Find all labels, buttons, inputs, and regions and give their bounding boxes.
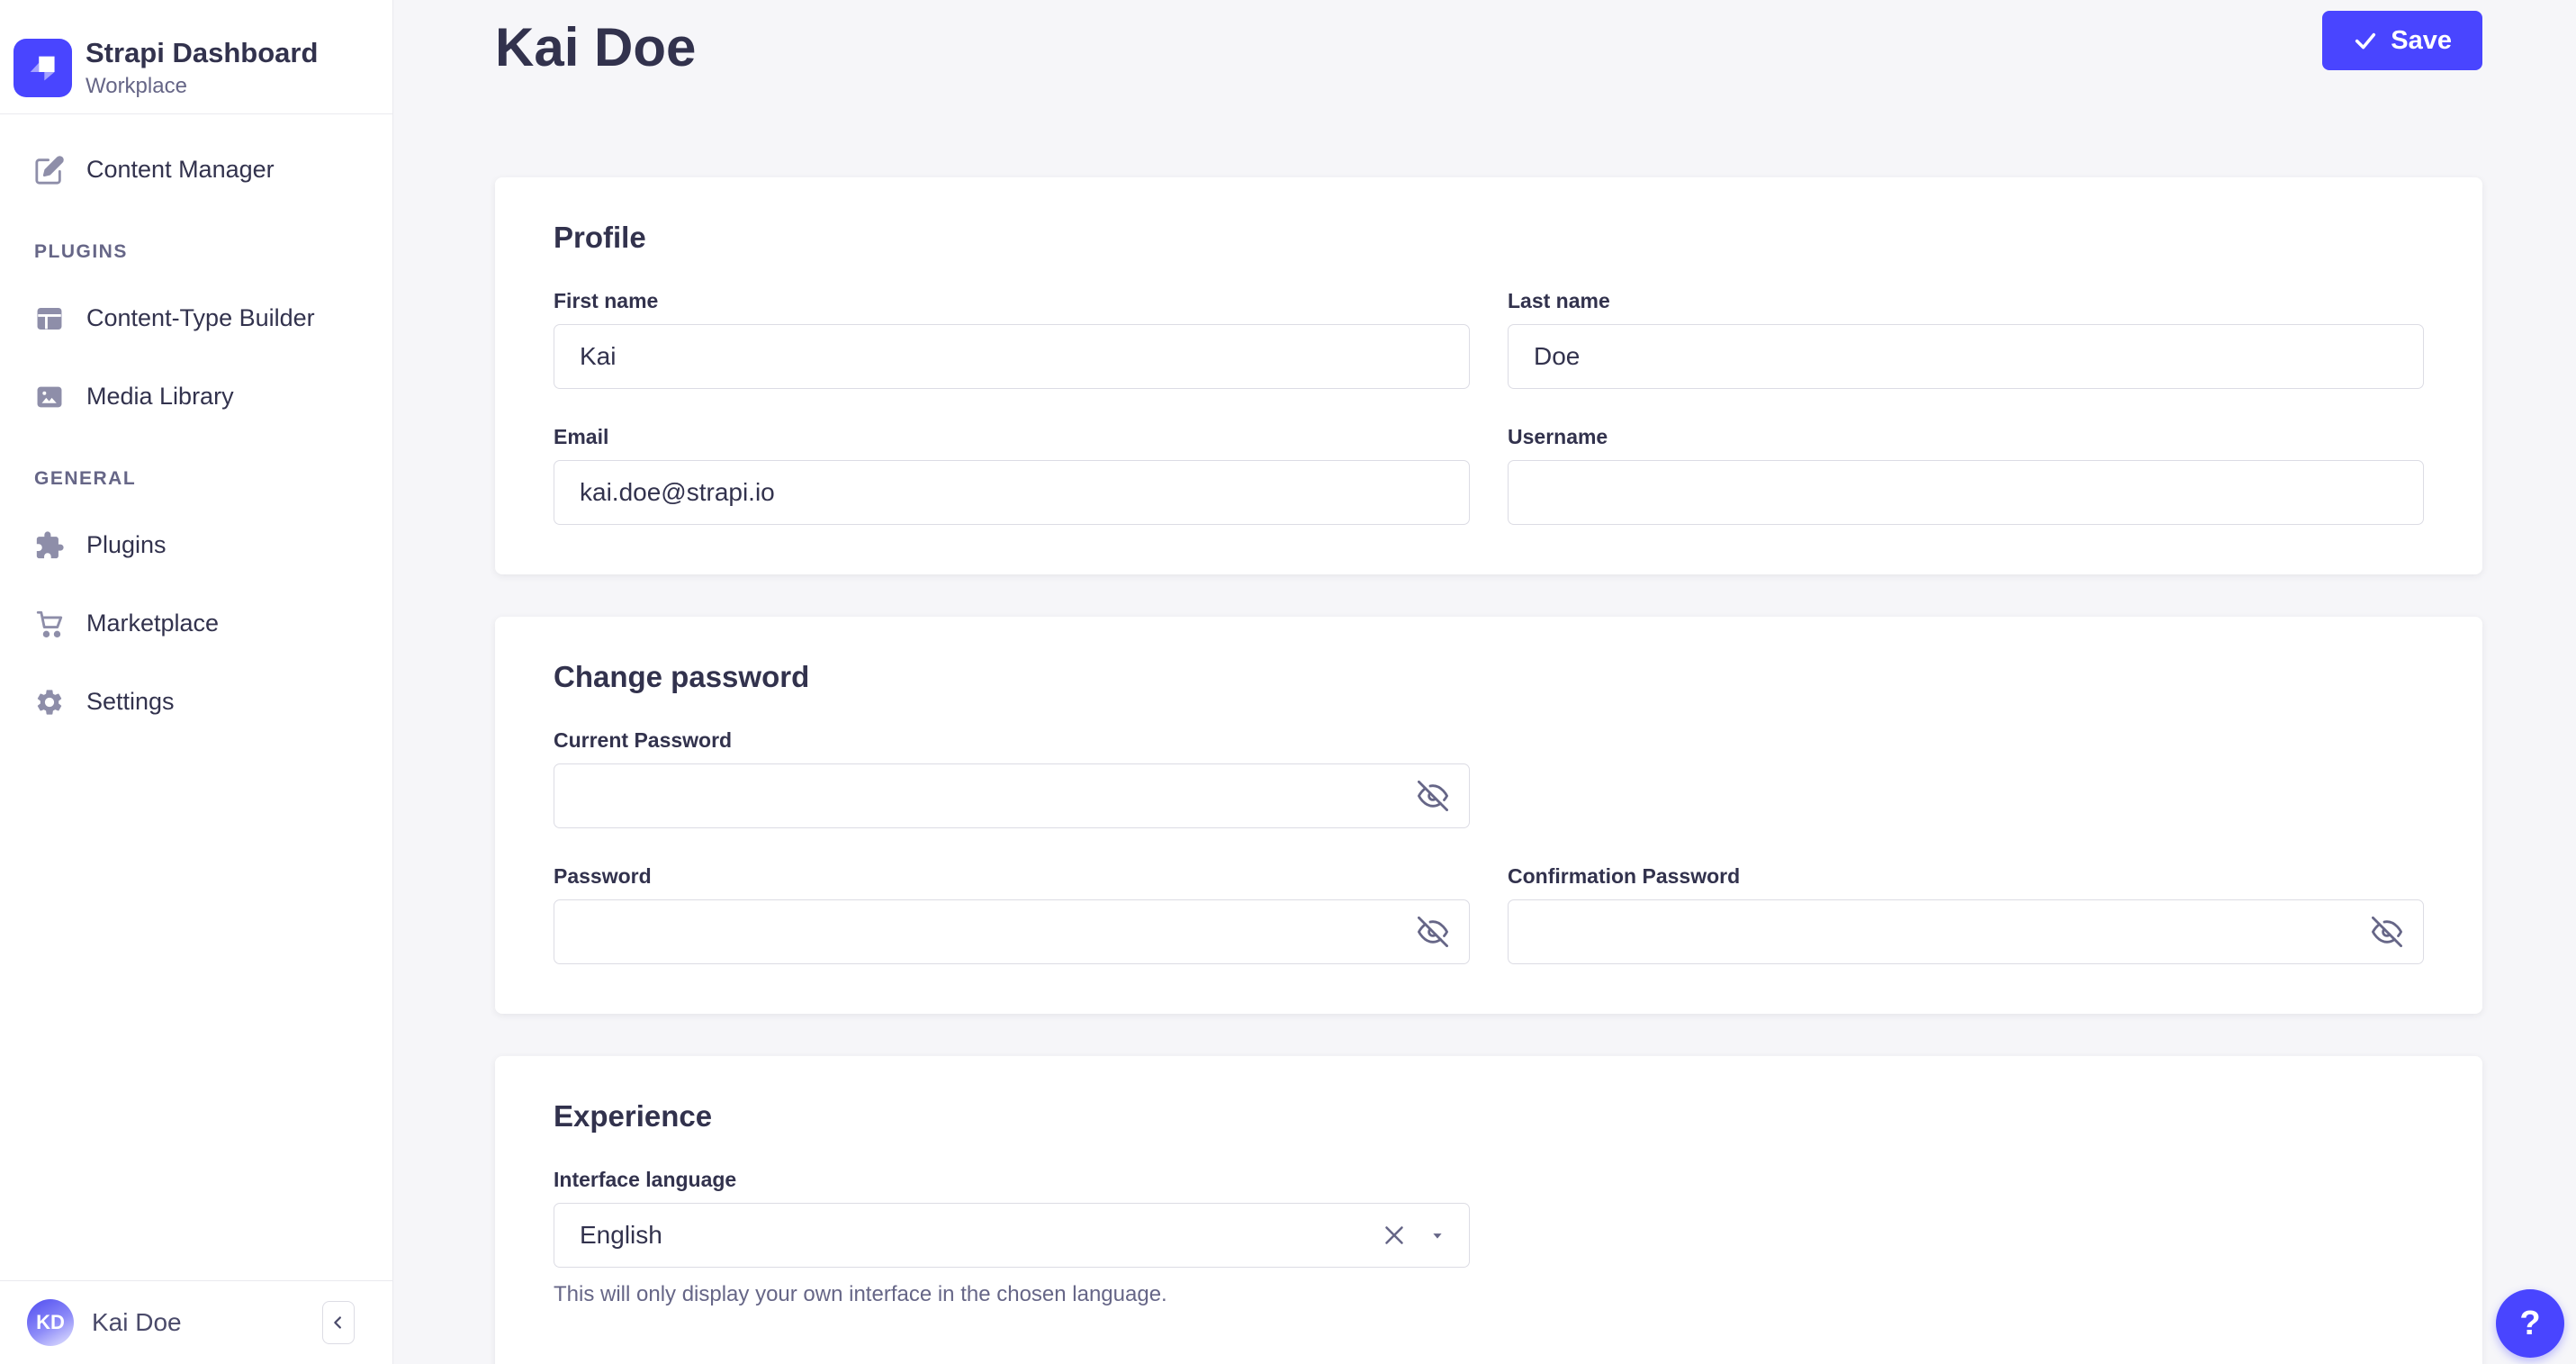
- chevron-left-icon: [329, 1313, 348, 1332]
- email-field[interactable]: [554, 460, 1470, 525]
- sidebar-item-label: Media Library: [86, 383, 234, 411]
- password-fields: Current Password Password: [554, 728, 2424, 964]
- last-name-input[interactable]: [1508, 324, 2424, 389]
- sidebar-nav: Content Manager PLUGINS Content-Type Bui…: [0, 114, 392, 736]
- email-field-group: Email: [554, 425, 1470, 525]
- sidebar-item-plugins[interactable]: Plugins: [0, 511, 392, 579]
- password-input[interactable]: [554, 899, 1470, 964]
- brand-workplace: Workplace: [86, 74, 318, 99]
- sidebar-item-label: Marketplace: [86, 610, 219, 637]
- eye-off-icon: [2372, 917, 2402, 947]
- interface-language-label: Interface language: [554, 1168, 1470, 1192]
- sidebar-item-label: Plugins: [86, 531, 167, 559]
- brand-title: Strapi Dashboard: [86, 36, 318, 69]
- brand-text: Strapi Dashboard Workplace: [86, 36, 318, 98]
- sidebar-item-marketplace[interactable]: Marketplace: [0, 590, 392, 657]
- help-button[interactable]: ?: [2496, 1289, 2564, 1358]
- toggle-password-visibility-button[interactable]: [1416, 915, 1450, 949]
- collapse-sidebar-button[interactable]: [322, 1301, 355, 1344]
- username-label: Username: [1508, 425, 2424, 449]
- sidebar-item-label: Settings: [86, 688, 175, 716]
- spacer-cell: [1508, 728, 2424, 828]
- plugins-icon: [34, 530, 65, 561]
- sidebar-item-content-manager[interactable]: Content Manager: [0, 136, 392, 203]
- sidebar: Strapi Dashboard Workplace Content Manag…: [0, 0, 393, 1364]
- change-password-card-title: Change password: [554, 660, 2424, 694]
- experience-fields: Interface language English: [554, 1168, 2424, 1307]
- eye-off-icon: [1418, 781, 1448, 811]
- email-label: Email: [554, 425, 1470, 449]
- eye-off-icon: [1418, 917, 1448, 947]
- last-name-field-group: Last name: [1508, 289, 2424, 389]
- current-password-label: Current Password: [554, 728, 1470, 753]
- sidebar-item-media-library[interactable]: Media Library: [0, 363, 392, 430]
- password-label: Password: [554, 864, 1470, 889]
- user-name: Kai Doe: [92, 1308, 182, 1337]
- toggle-current-password-visibility-button[interactable]: [1416, 779, 1450, 813]
- marketplace-icon: [34, 609, 65, 639]
- page-title: Kai Doe: [495, 11, 696, 78]
- interface-language-value: English: [580, 1221, 1379, 1250]
- profile-fields: First name Last name Email Username: [554, 289, 2424, 525]
- content-type-builder-icon: [34, 303, 65, 334]
- interface-language-hint: This will only display your own interfac…: [554, 1282, 1470, 1307]
- current-password-input[interactable]: [554, 763, 1470, 828]
- save-button[interactable]: Save: [2322, 11, 2482, 70]
- current-password-field-group: Current Password: [554, 728, 1470, 828]
- sidebar-item-content-type-builder[interactable]: Content-Type Builder: [0, 285, 392, 352]
- avatar[interactable]: KD: [27, 1299, 74, 1346]
- gear-icon: [34, 687, 65, 718]
- save-button-label: Save: [2391, 26, 2452, 56]
- media-library-icon: [34, 382, 65, 412]
- sidebar-item-label: Content-Type Builder: [86, 304, 315, 332]
- last-name-label: Last name: [1508, 289, 2424, 313]
- first-name-label: First name: [554, 289, 1470, 313]
- sidebar-footer: KD Kai Doe: [0, 1280, 392, 1364]
- chevron-down-icon[interactable]: [1428, 1225, 1447, 1245]
- sidebar-item-settings[interactable]: Settings: [0, 668, 392, 736]
- experience-card: Experience Interface language English: [495, 1056, 2482, 1364]
- confirmation-password-label: Confirmation Password: [1508, 864, 2424, 889]
- profile-card: Profile First name Last name Email Usern…: [495, 177, 2482, 574]
- experience-card-title: Experience: [554, 1099, 2424, 1134]
- sidebar-section-plugins: PLUGINS: [0, 241, 392, 263]
- sidebar-item-label: Content Manager: [86, 156, 275, 184]
- first-name-field-group: First name: [554, 289, 1470, 389]
- toggle-confirmation-password-visibility-button[interactable]: [2370, 915, 2404, 949]
- change-password-card: Change password Current Password: [495, 617, 2482, 1014]
- close-icon: [1379, 1220, 1410, 1251]
- interface-language-field-group: Interface language English: [554, 1168, 1470, 1307]
- confirmation-password-input[interactable]: [1508, 899, 2424, 964]
- new-password-field-group: Password: [554, 864, 1470, 964]
- username-field-group: Username: [1508, 425, 2424, 525]
- first-name-input[interactable]: [554, 324, 1470, 389]
- clear-language-button[interactable]: [1379, 1220, 1410, 1251]
- check-icon: [2353, 28, 2378, 53]
- content-manager-icon: [34, 155, 65, 185]
- strapi-logo-icon: [14, 39, 72, 97]
- spacer-cell: [1508, 1168, 2424, 1307]
- page-header: Kai Doe Save: [495, 11, 2482, 78]
- interface-language-select[interactable]: English: [554, 1203, 1470, 1268]
- brand: Strapi Dashboard Workplace: [0, 0, 392, 113]
- sidebar-section-general: GENERAL: [0, 468, 392, 490]
- confirmation-password-field-group: Confirmation Password: [1508, 864, 2424, 964]
- username-field[interactable]: [1508, 460, 2424, 525]
- profile-card-title: Profile: [554, 221, 2424, 255]
- main-content: Kai Doe Save Profile First name Last nam…: [393, 0, 2576, 1364]
